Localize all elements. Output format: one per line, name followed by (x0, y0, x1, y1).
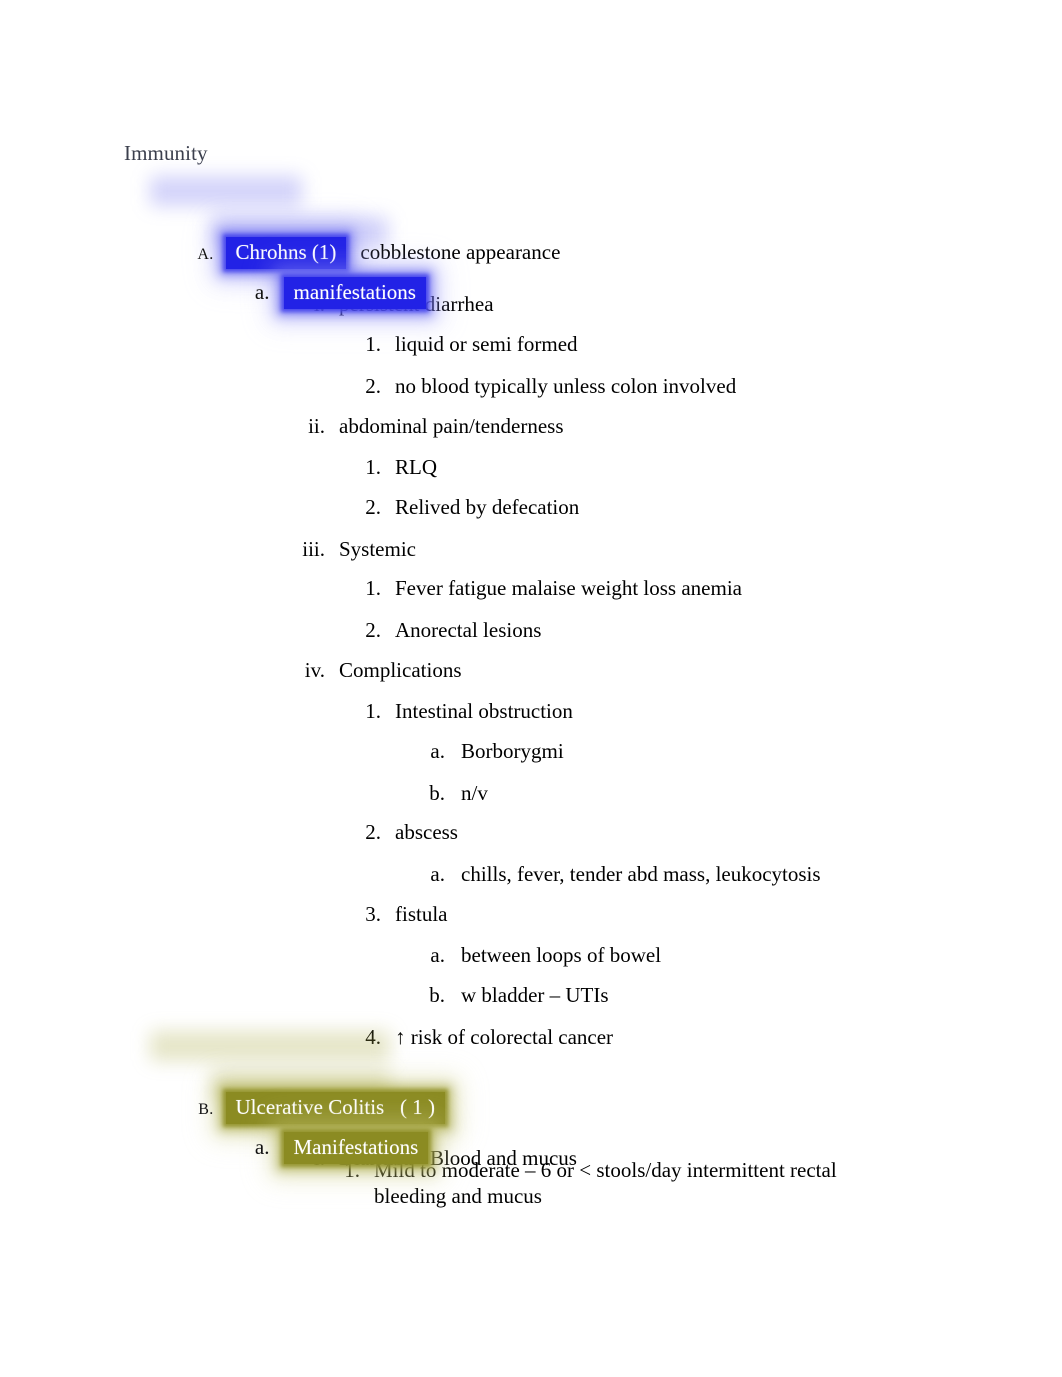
list-marker: A. (197, 246, 214, 263)
outline-row-text: Mild to moderate – 6 or < stools/day int… (374, 1158, 837, 1208)
outline-row-chills-fever[interactable]: a. chills, fever, tender abd mass, leukoc… (404, 832, 821, 916)
list-marker: 2. (365, 820, 381, 844)
list-marker: B. (198, 1101, 214, 1118)
outline-row-text: Relived by defecation (395, 495, 580, 519)
list-marker: a. (254, 280, 270, 304)
list-marker: a. (254, 1135, 270, 1159)
highlight-chrohns: Chrohns (1) (225, 237, 347, 269)
outline-row-text: chills, fever, tender abd mass, leukocyt… (461, 862, 821, 886)
outline-row-text: cobblestone appearance (360, 240, 561, 264)
list-marker: ii. (308, 414, 325, 438)
list-marker: iii. (302, 537, 325, 561)
list-marker: 1. (365, 699, 381, 723)
outline-row-mild-to-moderate[interactable]: 1. Mild to moderate – 6 or < stools/day i… (340, 1157, 844, 1209)
page-title: Immunity (124, 141, 208, 165)
highlight-manifestations-uc: Manifestations (283, 1132, 429, 1164)
highlight-ulcerative-colitis: Ulcerative Colitis ( 1 ) (225, 1092, 445, 1124)
list-marker: iv. (304, 658, 325, 682)
list-marker: 3. (365, 902, 381, 926)
outline-row-text: n/v (461, 781, 488, 805)
highlight-manifestations: manifestations (283, 277, 426, 309)
document-page: Immunity A. Chrohns (1) cobblestone appear… (0, 0, 1062, 1377)
